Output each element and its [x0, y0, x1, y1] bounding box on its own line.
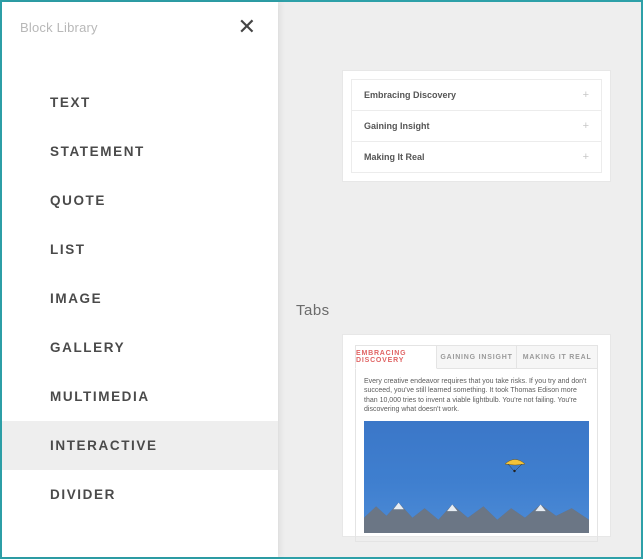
accordion-row[interactable]: Making It Real +: [351, 142, 602, 173]
sidebar-item-list[interactable]: LIST: [2, 225, 278, 274]
sidebar-item-multimedia[interactable]: MULTIMEDIA: [2, 372, 278, 421]
tabs-preview[interactable]: EMBRACING DISCOVERY GAINING INSIGHT MAKI…: [342, 334, 611, 537]
sidebar-item-text[interactable]: TEXT: [2, 78, 278, 127]
sidebar-spacer: [2, 42, 278, 78]
block-library-panel: Block Library ✕ TEXT STATEMENT QUOTE LIS…: [2, 2, 278, 557]
app-frame: Block Library ✕ TEXT STATEMENT QUOTE LIS…: [0, 0, 643, 559]
paraglider-icon: [504, 459, 526, 473]
tabs-section-heading: Tabs: [296, 302, 330, 319]
tab-content: Every creative endeavor requires that yo…: [355, 369, 598, 542]
tab-embracing-discovery[interactable]: EMBRACING DISCOVERY: [355, 345, 437, 369]
accordion-row[interactable]: Embracing Discovery +: [351, 79, 602, 111]
accordion-row-label: Gaining Insight: [364, 121, 430, 131]
mountain-range-icon: [364, 495, 589, 533]
tab-strip: EMBRACING DISCOVERY GAINING INSIGHT MAKI…: [355, 345, 598, 369]
sidebar-item-image[interactable]: IMAGE: [2, 274, 278, 323]
block-library-title: Block Library: [20, 20, 98, 35]
plus-icon: +: [583, 89, 589, 101]
close-icon[interactable]: ✕: [234, 12, 260, 42]
sidebar-item-gallery[interactable]: GALLERY: [2, 323, 278, 372]
tab-making-it-real[interactable]: MAKING IT REAL: [517, 345, 598, 369]
block-category-list: TEXT STATEMENT QUOTE LIST IMAGE GALLERY …: [2, 78, 278, 519]
plus-icon: +: [583, 151, 589, 163]
tab-gaining-insight[interactable]: GAINING INSIGHT: [437, 345, 518, 369]
preview-canvas: Embracing Discovery + Gaining Insight + …: [278, 2, 641, 557]
sidebar-item-statement[interactable]: STATEMENT: [2, 127, 278, 176]
tab-body-text: Every creative endeavor requires that yo…: [364, 377, 589, 415]
accordion-row-label: Making It Real: [364, 152, 425, 162]
sidebar-item-quote[interactable]: QUOTE: [2, 176, 278, 225]
plus-icon: +: [583, 120, 589, 132]
accordion-row-label: Embracing Discovery: [364, 90, 456, 100]
accordion-preview[interactable]: Embracing Discovery + Gaining Insight + …: [342, 70, 611, 182]
accordion-row[interactable]: Gaining Insight +: [351, 111, 602, 142]
block-library-header: Block Library ✕: [2, 2, 278, 42]
sidebar-item-interactive[interactable]: INTERACTIVE: [2, 421, 278, 470]
sidebar-item-divider[interactable]: DIVIDER: [2, 470, 278, 519]
tab-illustration: [364, 421, 589, 533]
